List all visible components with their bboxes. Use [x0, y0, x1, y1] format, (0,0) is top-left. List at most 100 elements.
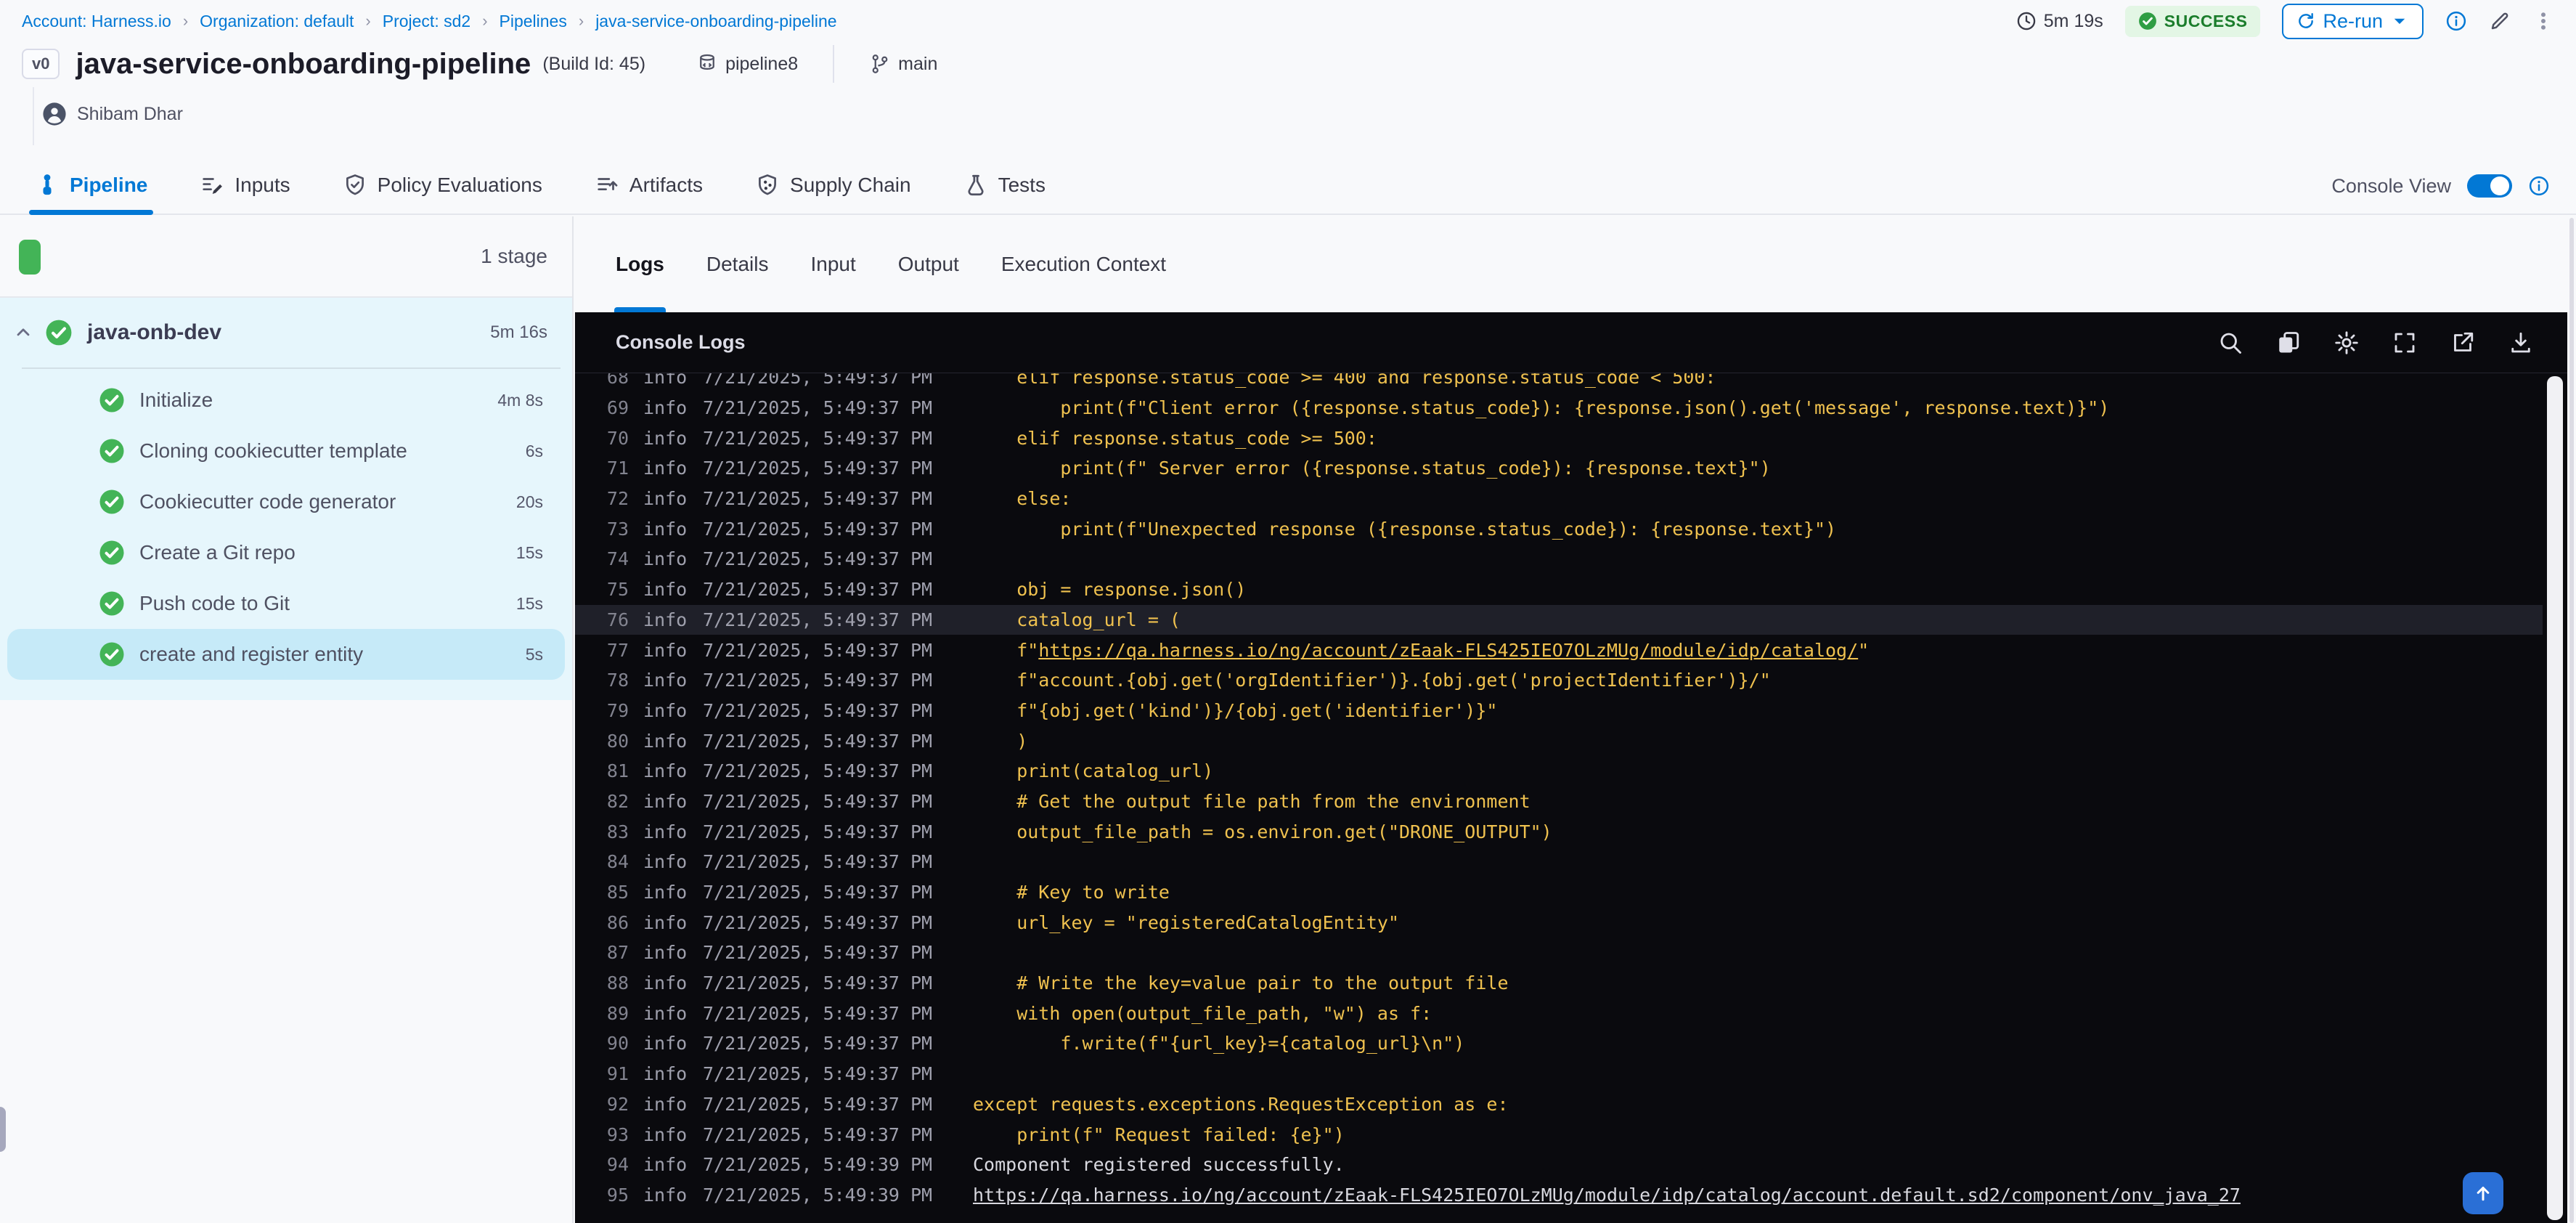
step-duration: 15s: [515, 543, 543, 562]
tab-policy-evaluations[interactable]: Policy Evaluations: [343, 157, 542, 214]
download-icon[interactable]: [2508, 330, 2534, 356]
fullscreen-icon[interactable]: [2392, 330, 2418, 356]
stage-separator: [22, 367, 561, 369]
log-line-number: 77: [606, 639, 629, 661]
scroll-to-top-button[interactable]: [2463, 1172, 2503, 1214]
console-view-toggle[interactable]: [2467, 174, 2512, 198]
log-line-number: 82: [606, 790, 629, 812]
status-text: SUCCESS: [2164, 11, 2248, 31]
log-tab-details[interactable]: Details: [706, 216, 769, 312]
log-tab-input[interactable]: Input: [810, 216, 855, 312]
step-item-create-and-register-entity[interactable]: create and register entity 5s: [7, 629, 565, 680]
kebab-menu-icon[interactable]: [2532, 10, 2554, 32]
log-tab-execution-context[interactable]: Execution Context: [1001, 216, 1166, 312]
settings-icon[interactable]: [2334, 330, 2360, 356]
open-in-new-icon[interactable]: [2450, 330, 2476, 356]
log-line-number: 88: [606, 972, 629, 994]
log-line-number: 92: [606, 1093, 629, 1115]
log-line-number: 89: [606, 1002, 629, 1024]
step-name: Cookiecutter code generator: [139, 490, 396, 513]
log-message: url_key = "registeredCatalogEntity": [973, 911, 1399, 933]
step-duration: 6s: [525, 441, 543, 460]
info-icon[interactable]: [2445, 10, 2467, 32]
step-item-cookiecutter-code-generator[interactable]: Cookiecutter code generator 20s: [0, 476, 572, 527]
success-check-icon: [2138, 12, 2157, 31]
log-level: info: [643, 882, 688, 903]
log-level: info: [643, 1002, 688, 1024]
breadcrumb-link-account-harness-io[interactable]: Account: Harness.io: [22, 12, 171, 31]
chevron-up-icon[interactable]: [13, 322, 33, 343]
breadcrumb-link-java-service-onboarding-pipeline[interactable]: java-service-onboarding-pipeline: [595, 12, 836, 31]
breadcrumb-link-organization-default[interactable]: Organization: default: [200, 12, 354, 31]
log-message: print(f"Unexpected response ({response.s…: [973, 518, 1837, 540]
log-message: else:: [973, 488, 1072, 510]
stage-status-square[interactable]: [19, 240, 41, 275]
log-line-number: 87: [606, 942, 629, 964]
step-duration: 15s: [515, 593, 543, 613]
panel-drag-handle[interactable]: [0, 1107, 6, 1152]
success-check-icon: [99, 489, 125, 515]
console-scrollbar-thumb[interactable]: [2547, 376, 2563, 1220]
log-line-number: 79: [606, 699, 629, 721]
log-line-number: 68: [606, 373, 629, 389]
step-item-initialize[interactable]: Initialize 4m 8s: [0, 375, 572, 426]
log-line-number: 72: [606, 488, 629, 510]
tab-inputs[interactable]: Inputs: [200, 157, 290, 214]
window-scrollbar[interactable]: [2569, 218, 2574, 1223]
log-timestamp: 7/21/2025, 5:49:37 PM: [703, 942, 933, 964]
search-icon[interactable]: [2217, 330, 2243, 356]
copy-icon[interactable]: [2275, 330, 2302, 356]
log-timestamp: 7/21/2025, 5:49:37 PM: [703, 518, 933, 540]
log-line-number: 74: [606, 548, 629, 570]
log-line-number: 75: [606, 579, 629, 601]
step-item-cloning-cookiecutter-template[interactable]: Cloning cookiecutter template 6s: [0, 426, 572, 476]
log-link[interactable]: https://qa.harness.io/ng/account/zEaak-F…: [1038, 640, 1858, 661]
log-row-91: 91 info 7/21/2025, 5:49:37 PM: [575, 1059, 2543, 1089]
step-item-create-a-git-repo[interactable]: Create a Git repo 15s: [0, 527, 572, 578]
page-title: java-service-onboarding-pipeline: [76, 47, 531, 80]
stage-block: java-onb-dev 5m 16s Initialize 4m 8s Cloni…: [0, 298, 572, 700]
stage-name: java-onb-dev: [87, 320, 222, 344]
repo-chip[interactable]: pipeline8: [696, 53, 798, 75]
log-message: Component registered successfully.: [973, 1154, 1345, 1176]
log-level: info: [643, 730, 688, 752]
log-viewport: 68 info 7/21/2025, 5:49:37 PM elif respons…: [575, 373, 2543, 1223]
log-timestamp: 7/21/2025, 5:49:37 PM: [703, 458, 933, 479]
log-timestamp: 7/21/2025, 5:49:37 PM: [703, 1033, 933, 1055]
log-row-86: 86 info 7/21/2025, 5:49:37 PM url_key = "r…: [575, 907, 2543, 938]
log-line-number: 81: [606, 760, 629, 782]
policy-evaluations-icon: [343, 173, 367, 198]
breadcrumb-link-pipelines[interactable]: Pipelines: [500, 12, 567, 31]
log-timestamp: 7/21/2025, 5:49:37 PM: [703, 373, 933, 389]
log-line-number: 86: [606, 911, 629, 933]
rerun-button[interactable]: Re-run: [2282, 3, 2424, 39]
log-message: f"https://qa.harness.io/ng/account/zEaak…: [973, 639, 1870, 661]
clock-icon: [2016, 11, 2037, 31]
log-line-number: 83: [606, 821, 629, 842]
log-tab-logs[interactable]: Logs: [614, 216, 666, 312]
log-timestamp: 7/21/2025, 5:49:37 PM: [703, 488, 933, 510]
tab-tests[interactable]: Tests: [963, 157, 1046, 214]
log-row-74: 74 info 7/21/2025, 5:49:37 PM: [575, 544, 2543, 574]
branch-chip[interactable]: main: [869, 53, 937, 75]
log-message: print(f"Client error ({response.status_c…: [973, 397, 2110, 419]
log-message: output_file_path = os.environ.get("DRONE…: [973, 821, 1552, 842]
step-item-push-code-to-git[interactable]: Push code to Git 15s: [0, 578, 572, 629]
log-row-75: 75 info 7/21/2025, 5:49:37 PM obj = respon…: [575, 574, 2543, 605]
author-row: Shibam Dhar: [42, 102, 183, 126]
stage-row[interactable]: java-onb-dev 5m 16s: [0, 298, 572, 367]
log-line-number: 70: [606, 427, 629, 449]
tab-supply-chain[interactable]: Supply Chain: [755, 157, 911, 214]
log-line-number: 71: [606, 458, 629, 479]
log-tab-output[interactable]: Output: [898, 216, 959, 312]
console-view-info-icon[interactable]: [2528, 175, 2550, 197]
tab-pipeline[interactable]: Pipeline: [28, 157, 154, 215]
header-divider: [833, 45, 835, 83]
breadcrumb-link-project-sd2[interactable]: Project: sd2: [383, 12, 470, 31]
log-link[interactable]: https://qa.harness.io/ng/account/zEaak-F…: [973, 1185, 2241, 1206]
tab-artifacts[interactable]: Artifacts: [595, 157, 703, 214]
edit-pencil-icon[interactable]: [2489, 10, 2511, 32]
step-name: Push code to Git: [139, 592, 290, 614]
log-timestamp: 7/21/2025, 5:49:37 PM: [703, 911, 933, 933]
step-name: Create a Git repo: [139, 541, 295, 564]
